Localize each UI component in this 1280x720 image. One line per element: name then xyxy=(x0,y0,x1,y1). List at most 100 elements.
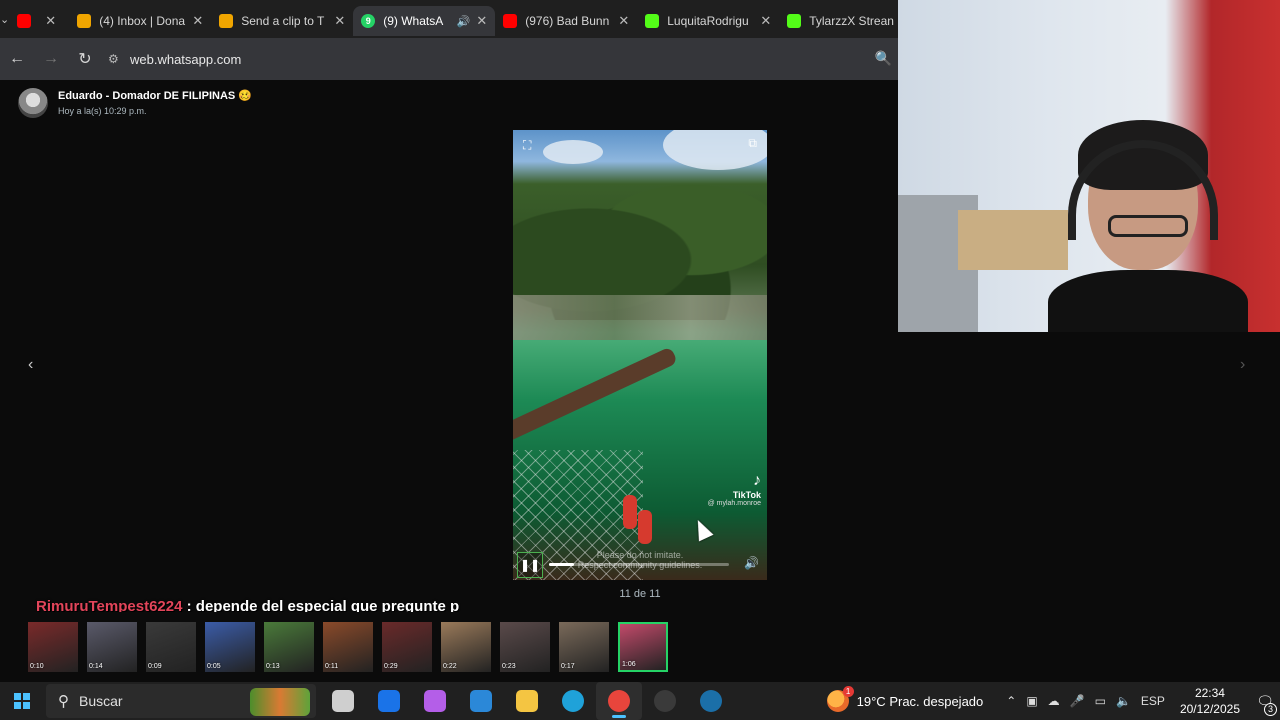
avatar[interactable] xyxy=(18,88,48,118)
tab-title: (9) WhatsA xyxy=(383,14,444,28)
chrome-taskbar-button[interactable] xyxy=(596,682,642,720)
media-thumbnail[interactable]: 0:05 xyxy=(205,622,255,672)
store-taskbar-button[interactable] xyxy=(458,682,504,720)
kick-icon xyxy=(787,14,802,28)
tiktok-username: @ mylah.monroe xyxy=(707,500,761,507)
fullscreen-icon[interactable]: ⛶ xyxy=(523,138,531,153)
media-thumbnail[interactable]: 0:09 xyxy=(146,622,196,672)
file-explorer-icon xyxy=(516,690,538,712)
windows-icon xyxy=(14,693,30,709)
thumbnail-duration: 0:14 xyxy=(89,663,103,670)
search-highlight-image xyxy=(250,688,310,716)
weather-icon: 1 xyxy=(826,686,854,712)
obs-taskbar-button[interactable] xyxy=(642,682,688,720)
forward-button[interactable]: → xyxy=(34,50,68,68)
outlook-icon xyxy=(378,690,400,712)
url-field[interactable]: ⚙ web.whatsapp.com xyxy=(108,52,241,67)
search-icon: ⚲ xyxy=(58,693,69,710)
thumbnail-duration: 0:29 xyxy=(384,663,398,670)
outlook-taskbar-button[interactable] xyxy=(366,682,412,720)
weather-widget[interactable]: 1 19°C Prac. despejado xyxy=(826,686,983,712)
media-thumbnail[interactable]: 0:29 xyxy=(382,622,432,672)
previous-media-icon[interactable]: ‹ xyxy=(28,356,33,374)
browser-tab[interactable]: (4) Inbox | Dona ✕ xyxy=(69,6,211,36)
tab-title: LuquitaRodrigu xyxy=(667,14,749,28)
next-media-icon[interactable]: › xyxy=(1240,356,1245,374)
thumbnail-duration: 1:06 xyxy=(622,661,636,668)
zoom-icon[interactable]: 🔍 xyxy=(875,50,892,67)
media-thumbnail[interactable]: 0:23 xyxy=(500,622,550,672)
tab-close-icon[interactable]: ✕ xyxy=(760,13,771,29)
search-placeholder: Buscar xyxy=(79,693,123,709)
volume-icon[interactable]: 🔊 xyxy=(744,556,759,570)
media-thumbnail[interactable]: 0:11 xyxy=(323,622,373,672)
taskbar-search[interactable]: ⚲ Buscar xyxy=(46,684,316,718)
task-view-icon xyxy=(332,690,354,712)
browser-tab[interactable]: (976) Bad Bunn ✕ xyxy=(495,6,637,36)
streamlabs-icon xyxy=(219,14,234,28)
thumbnail-duration: 0:17 xyxy=(561,663,575,670)
file-explorer-taskbar-button[interactable] xyxy=(504,682,550,720)
tab-close-icon[interactable]: ✕ xyxy=(334,13,345,29)
streamlabs-icon xyxy=(77,14,92,28)
speaker-icon[interactable]: 🔈 xyxy=(1116,694,1131,708)
copilot-taskbar-button[interactable] xyxy=(412,682,458,720)
weather-badge: 1 xyxy=(842,686,854,697)
media-thumbnail[interactable]: 0:17 xyxy=(559,622,609,672)
chevron-up-icon[interactable]: ⌃ xyxy=(1006,694,1016,708)
tab-close-icon[interactable]: ✕ xyxy=(192,13,203,29)
edge-taskbar-button[interactable] xyxy=(550,682,596,720)
tab-title: TylarzzX Strean xyxy=(809,14,894,28)
browser-tab[interactable]: LuquitaRodrigu ✕ xyxy=(637,6,779,36)
tab-search-button[interactable]: ⌄ xyxy=(0,0,9,38)
network-icon[interactable]: ▭ xyxy=(1095,694,1106,708)
youtube-icon xyxy=(17,14,32,28)
tab-close-icon[interactable]: ✕ xyxy=(476,13,487,29)
picture-in-picture-icon[interactable]: ⧉ xyxy=(748,136,757,151)
thumbnail-duration: 0:23 xyxy=(502,663,516,670)
viewer-header[interactable]: Eduardo - Domador DE FILIPINAS 🥴 Hoy a l… xyxy=(18,88,252,118)
browser-tab-bar: ⌄ ✕ (4) Inbox | Dona ✕ Send a clip to T ✕ 9 (9… xyxy=(0,0,913,38)
browser-tab[interactable]: ✕ xyxy=(9,6,69,36)
thumbnail-duration: 0:22 xyxy=(443,663,457,670)
microphone-icon[interactable]: 🎤 xyxy=(1070,694,1085,708)
tab-audio-icon[interactable]: 🔊 xyxy=(457,15,471,28)
back-button[interactable]: ← xyxy=(0,50,34,68)
webcam-overlay xyxy=(898,0,1280,332)
viewer-right-area: › xyxy=(898,332,1280,612)
site-info-icon[interactable]: ⚙ xyxy=(108,52,130,66)
url-text: web.whatsapp.com xyxy=(130,51,242,67)
browser-tab[interactable]: Send a clip to T ✕ xyxy=(211,6,353,36)
tab-close-icon[interactable]: ✕ xyxy=(45,13,56,29)
kick-icon xyxy=(645,14,660,28)
video-player[interactable]: ⛶ ⧉ ♪ TikTok @ mylah.monroe Please do no… xyxy=(513,130,767,580)
notification-count: 3 xyxy=(1264,702,1277,716)
notification-button[interactable]: 🗨 3 xyxy=(1250,693,1280,716)
language-indicator[interactable]: ESP xyxy=(1141,694,1165,708)
media-thumbnail[interactable]: 0:10 xyxy=(28,622,78,672)
browser-tab[interactable]: 9 (9) WhatsA 🔊 ✕ xyxy=(353,6,496,36)
video-progress-bar[interactable] xyxy=(549,563,729,566)
tiktok-label: TikTok xyxy=(732,490,761,500)
start-button[interactable] xyxy=(0,693,44,709)
tab-close-icon[interactable]: ✕ xyxy=(618,13,629,29)
media-thumbnail-strip: 0:10 0:14 0:09 0:05 0:13 0:11 0:29 0:22 0:23 0:17… xyxy=(0,612,1280,682)
onedrive-icon[interactable]: ☁ xyxy=(1048,694,1060,708)
tiktok-watermark: ♪ TikTok @ mylah.monroe xyxy=(708,472,761,507)
clock[interactable]: 22:34 20/12/2025 xyxy=(1180,685,1240,717)
media-thumbnail[interactable]: 1:06 xyxy=(618,622,668,672)
reload-button[interactable]: ↻ xyxy=(68,49,102,69)
media-thumbnail[interactable]: 0:13 xyxy=(264,622,314,672)
address-bar: ← → ↻ ⚙ web.whatsapp.com 🔍 xyxy=(0,38,898,80)
clock-date: 20/12/2025 xyxy=(1179,702,1240,716)
steam-taskbar-button[interactable] xyxy=(688,682,734,720)
media-thumbnail[interactable]: 0:14 xyxy=(87,622,137,672)
edge-icon xyxy=(562,690,584,712)
pause-button[interactable]: ❚❚ xyxy=(517,552,543,578)
task-view-taskbar-button[interactable] xyxy=(320,682,366,720)
tab-title: (4) Inbox | Dona xyxy=(99,14,186,28)
taskbar: ⚲ Buscar 1 19°C Prac. despejado ⌃ ▣ ☁ 🎤 … xyxy=(0,682,1280,720)
message-timestamp: Hoy a la(s) 10:29 p.m. xyxy=(58,106,147,116)
media-thumbnail[interactable]: 0:22 xyxy=(441,622,491,672)
camera-icon[interactable]: ▣ xyxy=(1026,694,1037,708)
